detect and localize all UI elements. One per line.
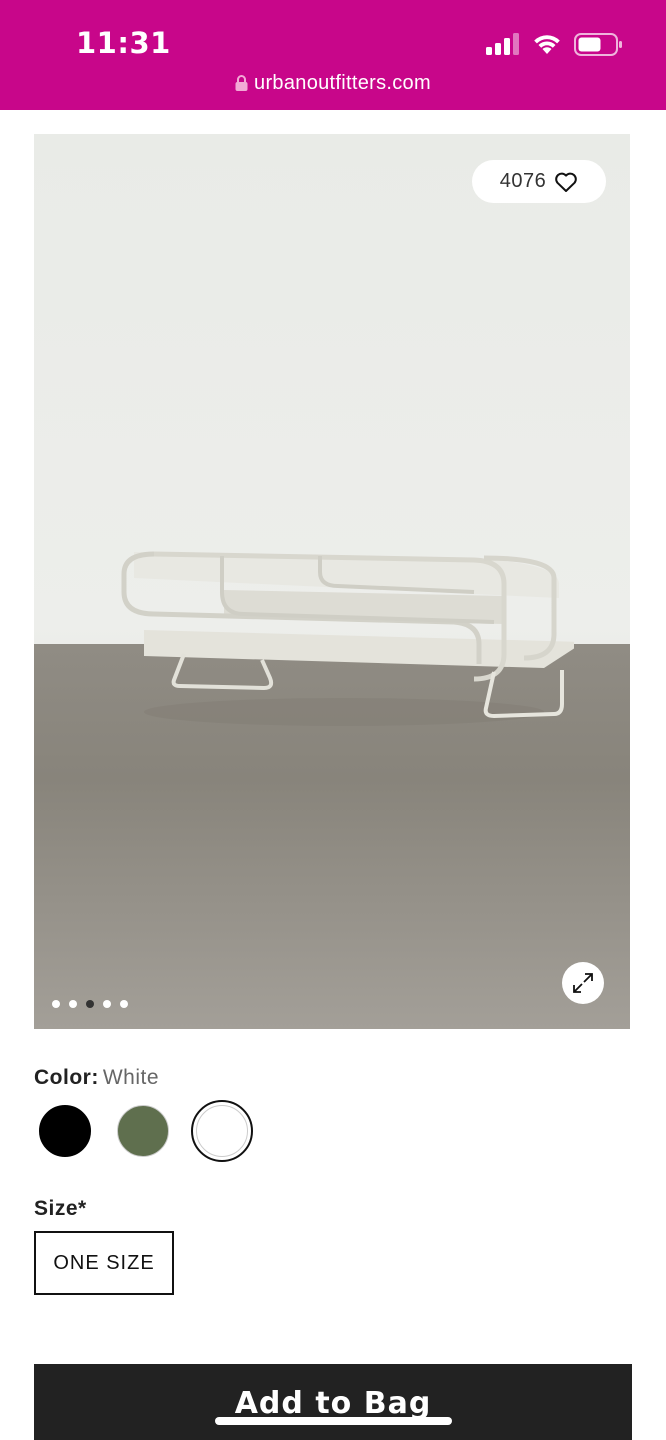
- color-swatch-olive[interactable]: [117, 1105, 169, 1157]
- like-count: 4076: [499, 170, 547, 192]
- size-option-button[interactable]: ONE SIZE: [34, 1231, 174, 1295]
- carousel-dot[interactable]: [103, 1000, 111, 1008]
- carousel-dot-active[interactable]: [86, 1000, 94, 1008]
- color-swatch-black[interactable]: [39, 1105, 91, 1157]
- wifi-icon: [534, 35, 560, 54]
- lock-icon: [235, 75, 248, 91]
- address-bar[interactable]: urbanoutfitters.com: [0, 72, 666, 95]
- add-to-bag-label: Add to Bag: [234, 1386, 432, 1421]
- product-image[interactable]: [34, 134, 630, 1029]
- add-to-bag-button[interactable]: Add to Bag: [34, 1364, 632, 1440]
- expand-image-button[interactable]: [562, 962, 604, 1004]
- selected-color: White: [102, 1066, 160, 1089]
- color-swatch-white[interactable]: [196, 1105, 248, 1157]
- color-label-key: Color:: [34, 1066, 99, 1089]
- url-text: urbanoutfitters.com: [254, 72, 431, 94]
- carousel-dots[interactable]: [52, 1000, 128, 1008]
- carousel-dot[interactable]: [69, 1000, 77, 1008]
- status-time: 11:31: [76, 26, 171, 60]
- battery-icon: [574, 33, 622, 56]
- coffee-table-illustration: [121, 551, 574, 726]
- wishlist-button[interactable]: 4076: [472, 160, 606, 203]
- expand-icon: [573, 973, 593, 993]
- heart-icon: [555, 172, 578, 192]
- color-label: Color: White: [34, 1066, 159, 1090]
- carousel-dot[interactable]: [52, 1000, 60, 1008]
- carousel-dot[interactable]: [120, 1000, 128, 1008]
- size-label: Size*: [34, 1197, 87, 1220]
- home-indicator[interactable]: [215, 1417, 452, 1425]
- cellular-signal-icon: [486, 33, 519, 55]
- browser-top-bar: 11:31 urbanoutfitters.com: [0, 0, 666, 110]
